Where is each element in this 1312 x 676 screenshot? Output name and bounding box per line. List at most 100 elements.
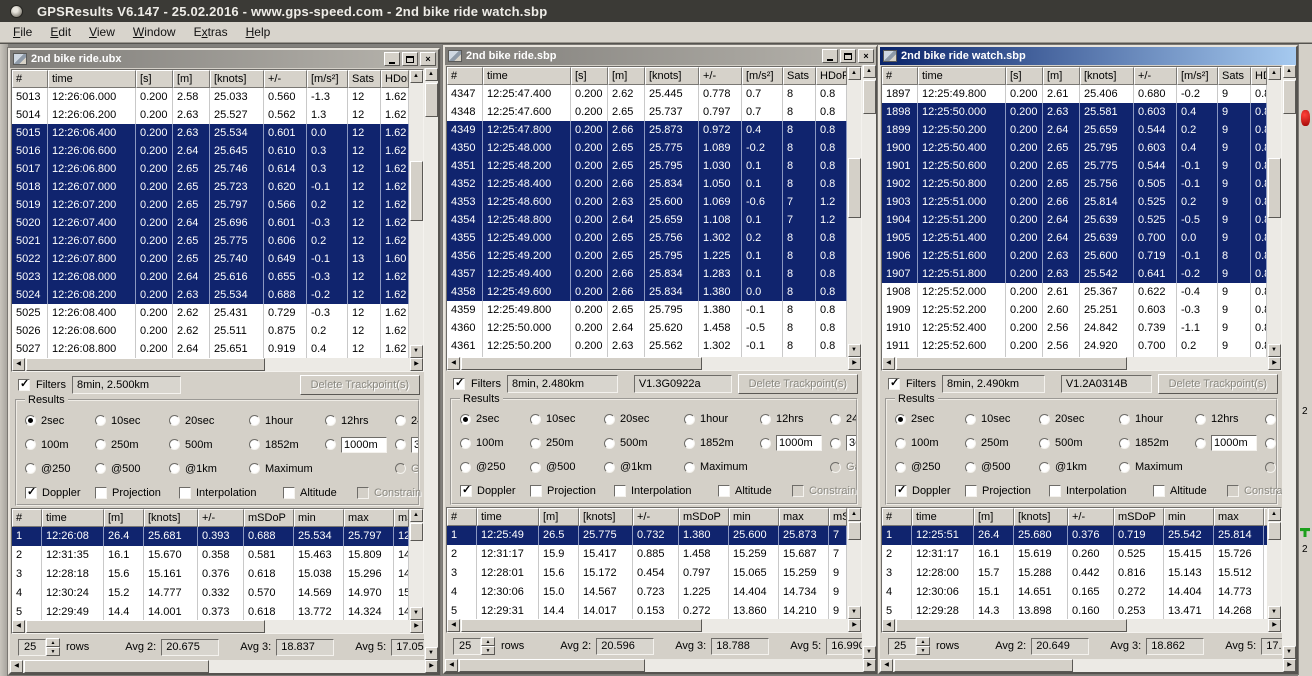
table-row[interactable]: 501612:26:06.6000.2002.6425.6450.6100.31… <box>12 142 409 160</box>
table-row[interactable]: 501412:26:06.2000.2002.6325.5270.5621.31… <box>12 106 409 124</box>
table-row[interactable]: 502612:26:08.6000.2002.6225.5110.8750.21… <box>12 322 409 340</box>
table-row[interactable]: 502112:26:07.6000.2002.6525.7750.6060.21… <box>12 232 409 250</box>
filter-range-field[interactable]: 8min, 2.480km <box>507 375 618 393</box>
checkbox-interpolation[interactable] <box>1049 485 1061 497</box>
table-row[interactable]: 502312:26:08.0000.2002.6425.6160.655-0.3… <box>12 268 409 286</box>
scrollbar-thumb[interactable] <box>26 358 265 371</box>
table-row[interactable]: 502512:26:08.4000.2002.6225.4310.729-0.3… <box>12 304 409 322</box>
scrollbar-thumb[interactable] <box>410 161 423 221</box>
document-window-0[interactable]: 2nd bike ride.ubx × #time[s][m][knots]+/… <box>8 48 440 675</box>
menu-item-window[interactable]: Window <box>124 23 185 41</box>
scroll-down-button[interactable]: ▼ <box>410 345 423 358</box>
scroll-down-button[interactable]: ▼ <box>863 646 876 659</box>
radio-maximum[interactable] <box>249 463 260 474</box>
radio-1000m[interactable] <box>325 439 336 450</box>
radio-1km[interactable] <box>604 462 615 473</box>
window-vertical-scrollbar[interactable]: ▲ ▼ <box>1282 65 1296 659</box>
table-row[interactable]: 190812:25:52.0000.2002.6125.3670.622-0.4… <box>882 283 1267 301</box>
scroll-down-button[interactable]: ▼ <box>425 647 438 660</box>
table-row[interactable]: 502412:26:08.2000.2002.6325.5340.688-0.2… <box>12 286 409 304</box>
radio-250[interactable] <box>460 462 471 473</box>
table-row[interactable]: 435412:25:48.8000.2002.6425.6591.1080.17… <box>447 211 847 229</box>
radio-500[interactable] <box>530 462 541 473</box>
scrollbar-thumb[interactable] <box>863 80 876 114</box>
scroll-right-button[interactable]: ▶ <box>1283 659 1296 672</box>
radio-20sec[interactable] <box>1039 414 1050 425</box>
scrollbar-thumb[interactable] <box>896 357 1127 370</box>
window-titlebar[interactable]: 2nd bike ride.ubx × <box>10 50 438 68</box>
table-row[interactable]: 501712:26:06.8000.2002.6525.7460.6140.31… <box>12 160 409 178</box>
scroll-left-button[interactable]: ◀ <box>12 358 25 371</box>
spinner-down-button[interactable]: ▼ <box>916 646 930 655</box>
document-window-1[interactable]: 2nd bike ride.sbp × #time[s][m][knots]+/… <box>443 45 878 674</box>
rows-spinner-value[interactable]: 25 <box>18 639 46 656</box>
scrollbar-thumb[interactable] <box>24 660 209 673</box>
scroll-up-button[interactable]: ▲ <box>863 65 876 78</box>
menu-item-extras[interactable]: Extras <box>185 23 237 41</box>
table-row[interactable]: 436112:25:50.2000.2002.6325.5621.302-0.1… <box>447 337 847 355</box>
checkbox-projection[interactable] <box>530 485 542 497</box>
scroll-right-button[interactable]: ▶ <box>425 660 438 673</box>
checkbox-interpolation[interactable] <box>614 485 626 497</box>
radio-1hour[interactable] <box>1119 414 1130 425</box>
table-row[interactable]: 435112:25:48.2000.2002.6525.7951.0300.18… <box>447 157 847 175</box>
radio-500m[interactable] <box>1039 438 1050 449</box>
window-titlebar[interactable]: 2nd bike ride watch.sbp × <box>880 47 1296 65</box>
scroll-left-button[interactable]: ◀ <box>880 659 893 672</box>
table-row[interactable]: 212:31:1716.115.6190.2600.52515.41515.72… <box>882 545 1267 564</box>
scroll-left-button[interactable]: ◀ <box>10 660 23 673</box>
radio-1km[interactable] <box>1039 462 1050 473</box>
checkbox-projection[interactable] <box>95 487 107 499</box>
scrollbar-thumb[interactable] <box>1283 80 1296 114</box>
radio-2sec[interactable] <box>460 414 471 425</box>
radio-20sec[interactable] <box>604 414 615 425</box>
table-row[interactable]: 190012:25:50.4000.2002.6525.7950.6030.49… <box>882 139 1267 157</box>
scroll-up-button[interactable]: ▲ <box>1268 67 1281 80</box>
radio-12hrs[interactable] <box>325 415 336 426</box>
checkbox-altitude[interactable] <box>283 487 295 499</box>
window-menu-button[interactable] <box>10 5 23 18</box>
checkbox-altitude[interactable] <box>718 485 730 497</box>
radio-1852m[interactable] <box>684 438 695 449</box>
menu-item-edit[interactable]: Edit <box>41 23 80 41</box>
window-titlebar[interactable]: 2nd bike ride.sbp × <box>445 47 876 65</box>
scroll-up-button[interactable]: ▲ <box>410 70 423 83</box>
scrollbar-thumb[interactable] <box>459 659 645 672</box>
table-row[interactable]: 190412:25:51.2000.2002.6425.6390.525-0.5… <box>882 211 1267 229</box>
checkbox-altitude[interactable] <box>1153 485 1165 497</box>
radio-1hour[interactable] <box>249 415 260 426</box>
table-row[interactable]: 501312:26:06.0000.2002.5825.0330.560-1.3… <box>12 88 409 106</box>
table-row[interactable]: 190712:25:51.8000.2002.6325.5420.641-0.2… <box>882 265 1267 283</box>
table-row[interactable]: 412:30:0615.114.6510.1650.27214.40414.77… <box>882 583 1267 602</box>
radio-250[interactable] <box>895 462 906 473</box>
radio-24hrs[interactable] <box>395 415 406 426</box>
document-window-2[interactable]: 2nd bike ride watch.sbp × #time[s][m][kn… <box>878 45 1298 674</box>
scroll-left-button[interactable]: ◀ <box>882 619 895 632</box>
scroll-down-button[interactable]: ▼ <box>848 606 861 619</box>
horizontal-scrollbar[interactable]: ◀ ▶ <box>447 619 861 632</box>
spinner-up-button[interactable]: ▲ <box>46 638 60 647</box>
table-row[interactable]: 212:31:1715.915.4170.8851.45815.25915.68… <box>447 545 847 564</box>
table-row[interactable]: 435212:25:48.4000.2002.6625.8341.0500.18… <box>447 175 847 193</box>
scrollbar-thumb[interactable] <box>896 619 1127 632</box>
custom-value-input[interactable]: 1000m <box>341 437 387 453</box>
radio-250m[interactable] <box>95 439 106 450</box>
rows-spinner[interactable]: 25 ▲ ▼ <box>888 637 930 655</box>
radio-2sec[interactable] <box>25 415 36 426</box>
table-row[interactable]: 112:25:5126.425.6800.3760.71925.54225.81… <box>882 526 1267 545</box>
radio-24hrs[interactable] <box>1265 414 1276 425</box>
table-row[interactable]: 435512:25:49.0000.2002.6525.7561.3020.28… <box>447 229 847 247</box>
table-row[interactable]: 189912:25:50.2000.2002.6425.6590.5440.29… <box>882 121 1267 139</box>
table-row[interactable]: 434812:25:47.6000.2002.6525.7370.7970.78… <box>447 103 847 121</box>
radio-1852m[interactable] <box>1119 438 1130 449</box>
table-row[interactable]: 435912:25:49.8000.2002.6525.7951.380-0.1… <box>447 301 847 319</box>
table-row[interactable]: 412:30:2415.214.7770.3320.57014.56914.97… <box>12 584 409 603</box>
table-row[interactable]: 502012:26:07.4000.2002.6425.6960.601-0.3… <box>12 214 409 232</box>
radio-500m[interactable] <box>169 439 180 450</box>
scroll-up-button[interactable]: ▲ <box>848 67 861 80</box>
scroll-down-button[interactable]: ▼ <box>410 607 423 620</box>
scrollbar-thumb[interactable] <box>848 158 861 218</box>
horizontal-scrollbar[interactable]: ◀ ▶ <box>447 357 861 370</box>
radio-250[interactable] <box>25 463 36 474</box>
maximize-button[interactable] <box>840 49 856 63</box>
